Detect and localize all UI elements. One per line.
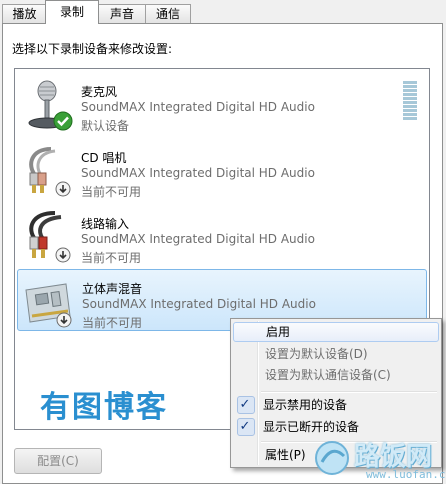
device-status: 默认设备 bbox=[81, 119, 130, 133]
device-driver: SoundMAX Integrated Digital HD Audio bbox=[81, 100, 315, 114]
tab-playback[interactable]: 播放 bbox=[2, 4, 47, 23]
configure-button[interactable]: 配置(C) bbox=[14, 448, 102, 474]
device-status: 当前不可用 bbox=[81, 185, 142, 199]
site-logo: 路饭网 www.luofan.com bbox=[308, 434, 446, 484]
menu-item-set-default[interactable]: 设置为默认设备(D) bbox=[233, 344, 439, 364]
tab-recording[interactable]: 录制 bbox=[45, 0, 99, 24]
device-status: 当前不可用 bbox=[82, 316, 143, 330]
instruction-text: 选择以下录制设备来修改设置: bbox=[12, 42, 173, 56]
tab-communications[interactable]: 通信 bbox=[145, 4, 191, 23]
menu-item-show-disabled[interactable]: ✓ 显示禁用的设备 bbox=[233, 395, 439, 415]
device-name: CD 唱机 bbox=[81, 151, 127, 165]
tab-bar: 播放 录制 声音 通信 bbox=[0, 0, 446, 24]
menu-item-set-default-comm[interactable]: 设置为默认通信设备(C) bbox=[233, 365, 439, 385]
device-name: 线路输入 bbox=[81, 217, 130, 231]
device-driver: SoundMAX Integrated Digital HD Audio bbox=[81, 232, 315, 246]
default-check-badge bbox=[53, 111, 73, 134]
unavailable-badge bbox=[55, 181, 71, 200]
tab-sounds[interactable]: 声音 bbox=[97, 4, 147, 23]
menu-item-enable[interactable]: 启用 bbox=[233, 322, 439, 342]
list-item[interactable]: CD 唱机 SoundMAX Integrated Digital HD Aud… bbox=[17, 139, 427, 201]
device-driver: SoundMAX Integrated Digital HD Audio bbox=[82, 297, 316, 311]
menu-separator bbox=[261, 391, 437, 393]
watermark-text: 有图博客 bbox=[40, 390, 168, 425]
menu-item-label: 显示禁用的设备 bbox=[263, 398, 348, 412]
device-driver: SoundMAX Integrated Digital HD Audio bbox=[81, 166, 315, 180]
checkmark-glyph: ✓ bbox=[239, 397, 251, 412]
brand-url: www.luofan.com bbox=[366, 468, 446, 481]
level-meter bbox=[403, 81, 417, 123]
list-item[interactable]: 线路输入 SoundMAX Integrated Digital HD Audi… bbox=[17, 205, 427, 267]
unavailable-badge bbox=[55, 247, 71, 266]
unavailable-badge bbox=[56, 312, 72, 331]
device-status: 当前不可用 bbox=[81, 251, 142, 265]
device-name: 立体声混音 bbox=[82, 282, 143, 296]
checkmark-glyph: ✓ bbox=[239, 419, 251, 434]
brand-icon bbox=[315, 441, 349, 475]
list-item[interactable]: 麦克风 SoundMAX Integrated Digital HD Audio… bbox=[17, 73, 427, 135]
device-name: 麦克风 bbox=[81, 85, 118, 99]
